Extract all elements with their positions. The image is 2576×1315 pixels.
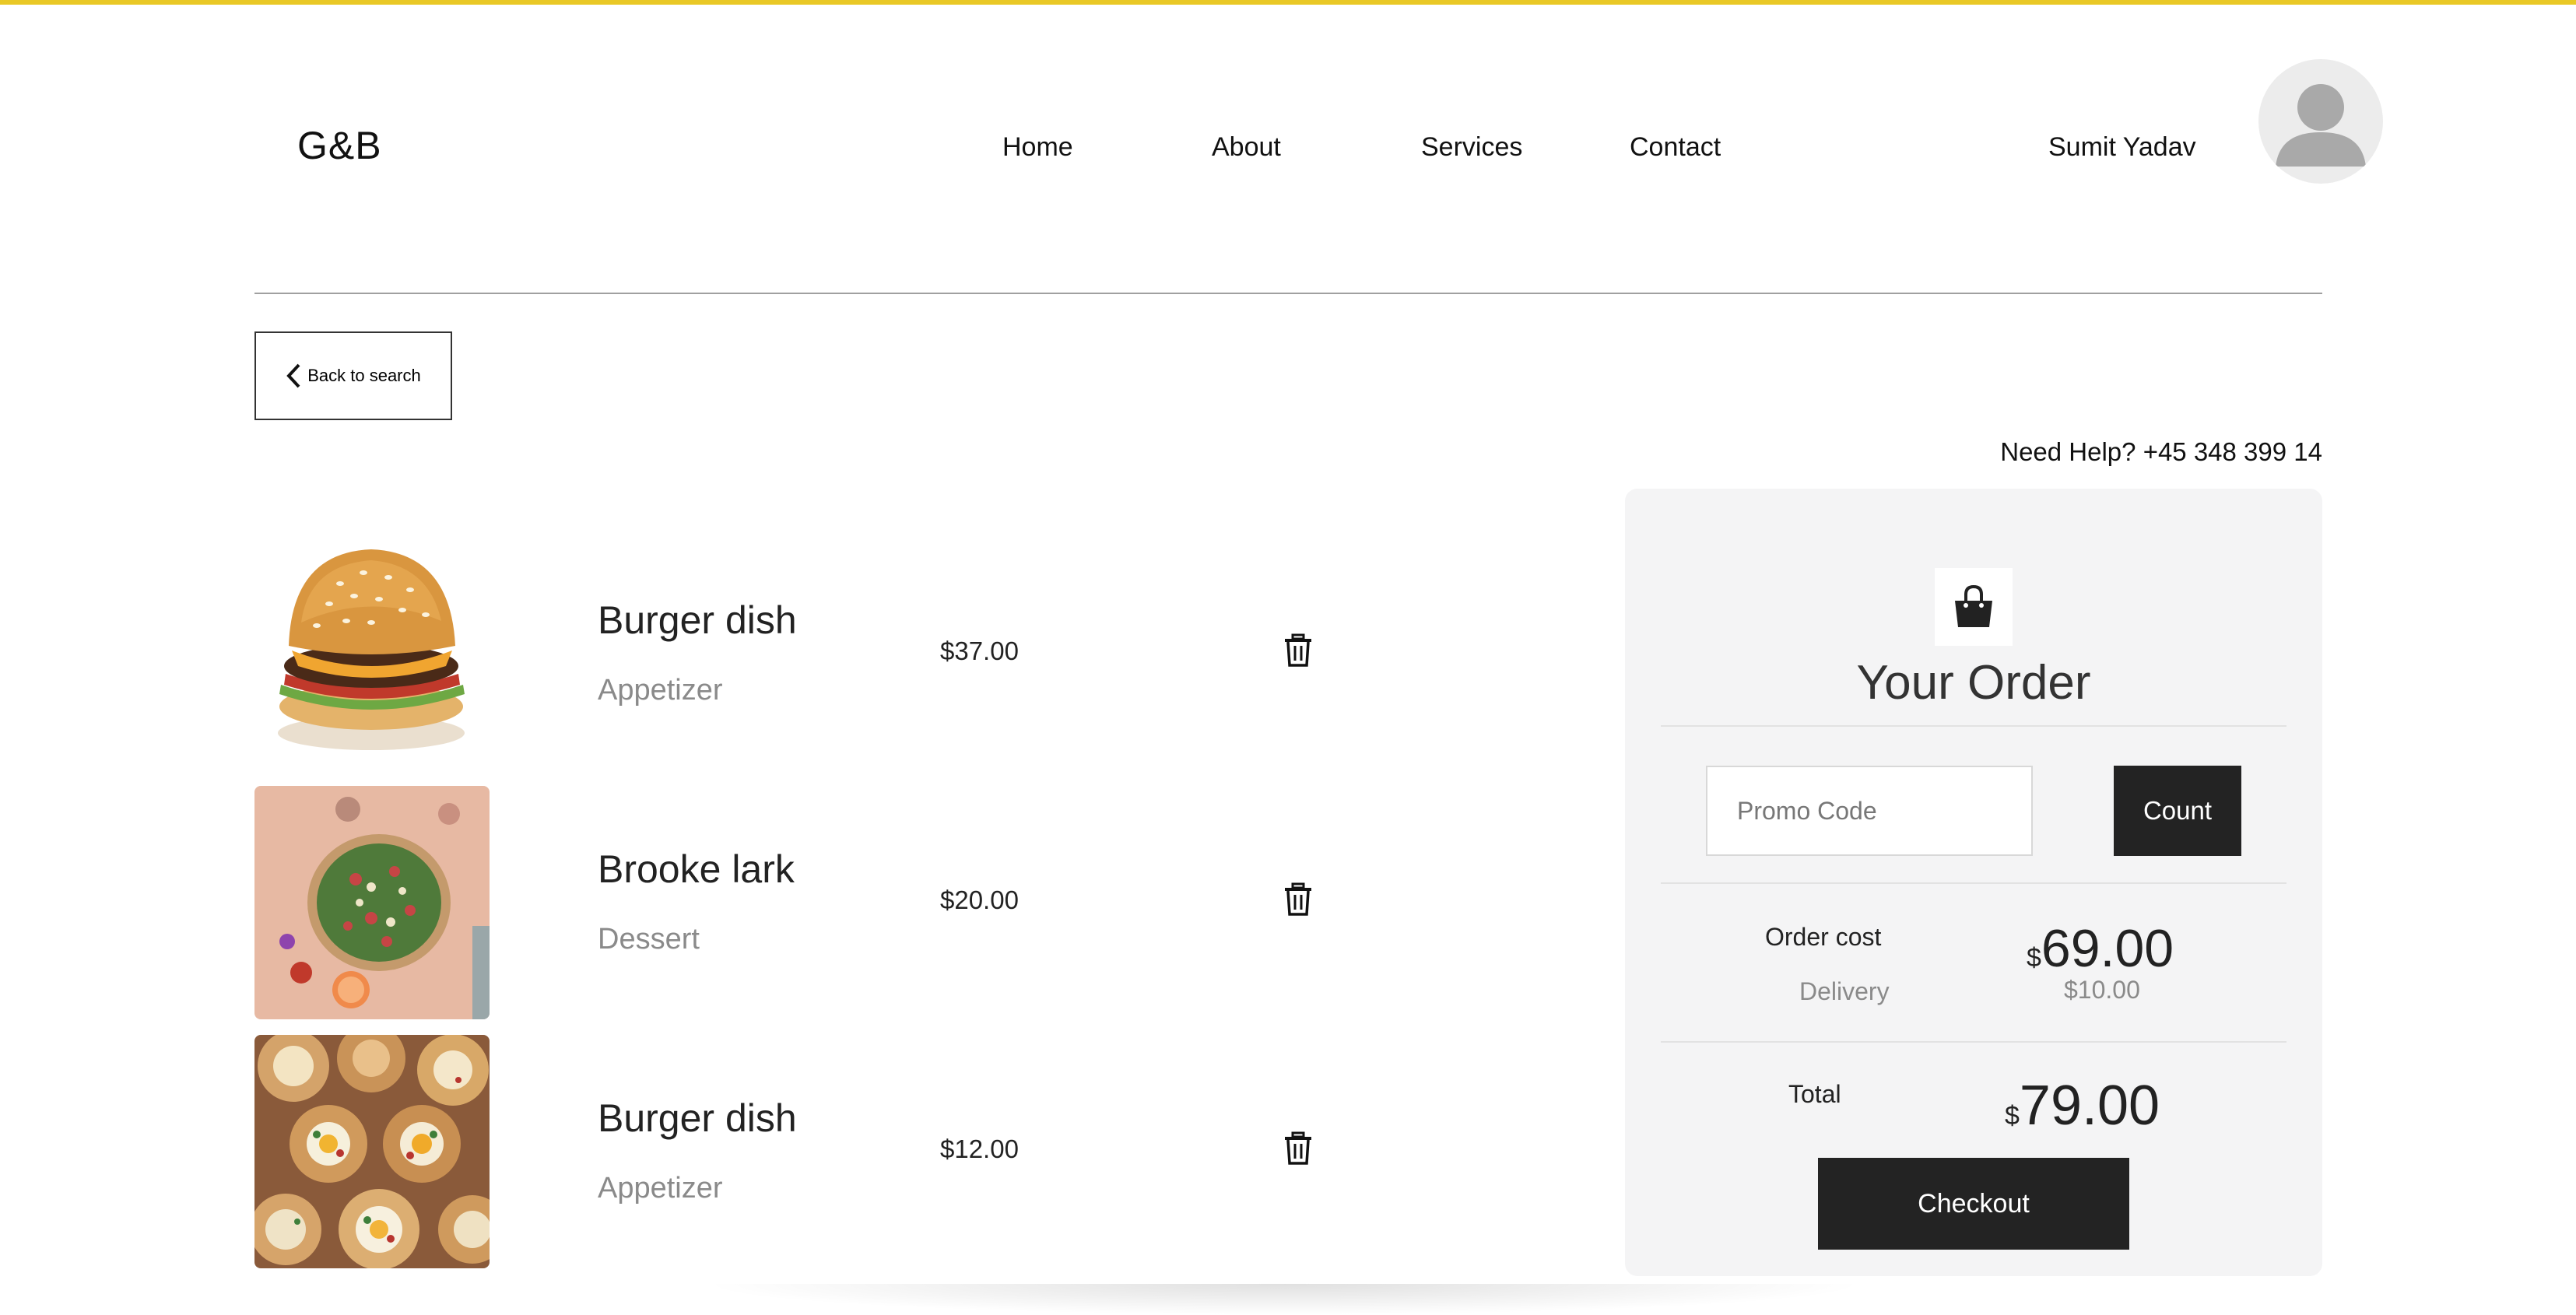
item-price: $37.00: [940, 636, 1019, 665]
promo-code-input[interactable]: [1706, 766, 2033, 856]
order-cost-value: $69.00: [2027, 918, 2174, 979]
user-name[interactable]: Sumit Yadav: [2048, 132, 2196, 163]
egg-bread-bowls-photo: [254, 1035, 490, 1268]
item-image-burger: [254, 529, 490, 763]
trash-icon[interactable]: [1283, 1131, 1314, 1166]
item-price: $12.00: [940, 1134, 1019, 1163]
currency-symbol: $: [2005, 1101, 2020, 1131]
salad-photo: [254, 786, 490, 1019]
item-name: Burger dish: [598, 598, 797, 642]
trash-icon[interactable]: [1283, 882, 1314, 917]
help-line: Need Help? +45 348 399 14: [2000, 437, 2322, 467]
logo[interactable]: G&B: [297, 123, 382, 168]
trash-icon[interactable]: [1283, 633, 1314, 668]
order-title: Your Order: [1856, 656, 2091, 710]
total-value: $79.00: [2005, 1074, 2160, 1138]
item-name: Brooke lark: [598, 847, 795, 891]
nav-home[interactable]: Home: [1002, 132, 1073, 163]
total-amount: 79.00: [2019, 1075, 2160, 1137]
nav-about[interactable]: About: [1212, 132, 1281, 163]
total-label: Total: [1788, 1080, 1841, 1108]
order-divider: [1661, 1041, 2286, 1043]
item-category: Dessert: [598, 923, 700, 956]
order-cost-amount: 69.00: [2041, 919, 2174, 978]
currency-symbol: $: [2027, 943, 2041, 973]
header-divider: [254, 293, 2322, 294]
avatar[interactable]: [2258, 59, 2383, 184]
item-category: Appetizer: [598, 1172, 723, 1205]
item-category: Appetizer: [598, 674, 723, 707]
burger-photo: [254, 529, 490, 763]
help-label: Need Help?: [2000, 437, 2136, 466]
count-button[interactable]: Count: [2114, 766, 2241, 856]
delivery-label: Delivery: [1799, 977, 1890, 1005]
chevron-left-icon: [286, 363, 300, 388]
user-silhouette-icon: [2276, 84, 2366, 167]
help-phone[interactable]: +45 348 399 14: [2143, 437, 2322, 466]
shopping-bag-badge: [1935, 568, 2013, 646]
item-name: Burger dish: [598, 1096, 797, 1140]
checkout-button[interactable]: Checkout: [1818, 1158, 2129, 1250]
back-to-search-button[interactable]: Back to search: [254, 331, 452, 420]
shopping-bag-icon: [1955, 584, 1992, 627]
nav-services[interactable]: Services: [1421, 132, 1522, 163]
order-divider: [1661, 882, 2286, 884]
order-divider: [1661, 725, 2286, 727]
order-cost-label: Order cost: [1765, 923, 1882, 951]
item-price: $20.00: [940, 885, 1019, 914]
item-image-salad: [254, 786, 490, 1019]
item-image-bread-bowls: [254, 1035, 490, 1268]
back-to-search-label: Back to search: [307, 366, 421, 385]
delivery-value: $10.00: [2064, 976, 2140, 1004]
top-accent-bar: [0, 0, 2576, 5]
bottom-shadow: [700, 1284, 1868, 1315]
nav-contact[interactable]: Contact: [1630, 132, 1721, 163]
